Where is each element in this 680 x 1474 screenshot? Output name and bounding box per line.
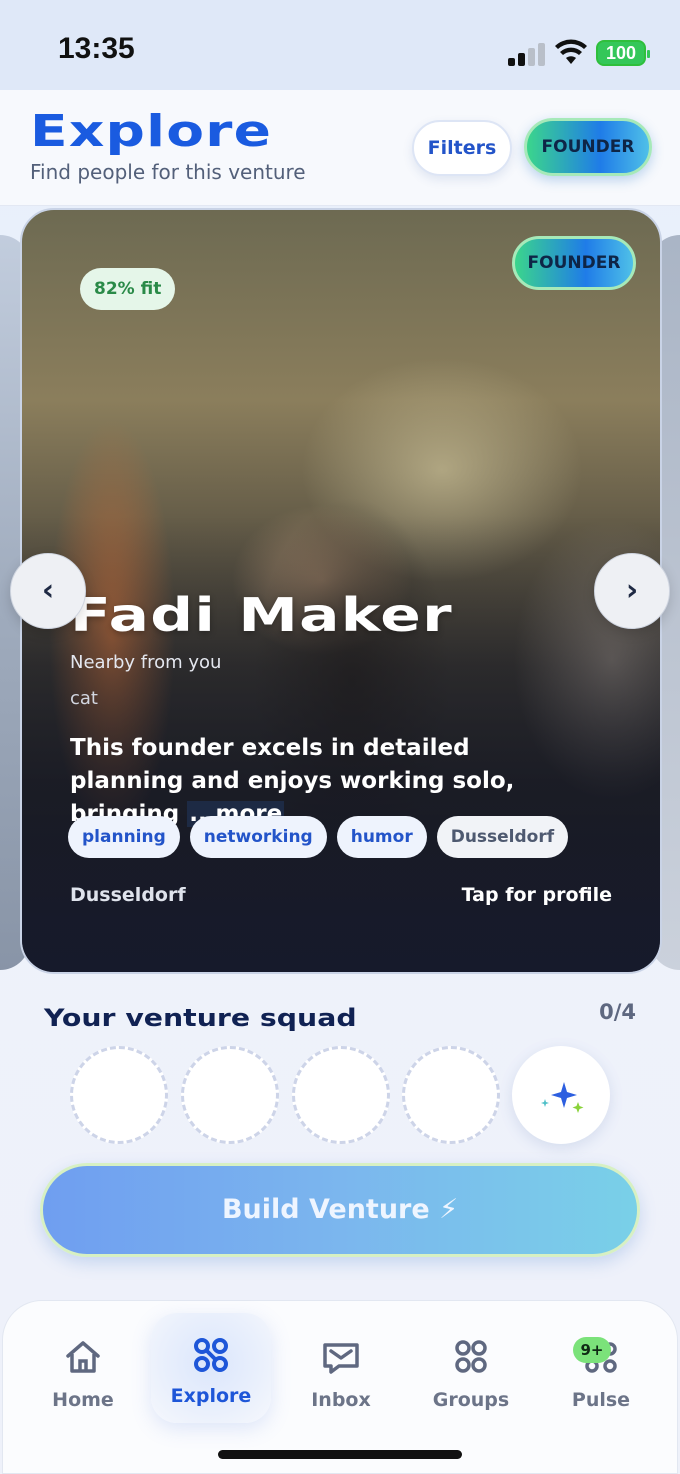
nav-explore[interactable]: Explore xyxy=(151,1313,271,1423)
card-location: Dusseldorf xyxy=(70,884,186,906)
person-name: Fadi Maker xyxy=(70,588,453,642)
tag-chip: humor xyxy=(336,816,427,858)
cellular-signal-icon xyxy=(508,42,545,66)
header: Explore Find people for this venture Fil… xyxy=(0,90,680,206)
fit-badge: 82% fit xyxy=(80,268,176,310)
location-tag-chip: Dusseldorf xyxy=(436,816,569,858)
nav-inbox[interactable]: Inbox xyxy=(281,1331,401,1421)
bottom-nav: Home Explore Inbox Groups Pulse 9+ xyxy=(2,1300,678,1474)
home-icon xyxy=(66,1341,100,1373)
page-title: Explore xyxy=(30,106,273,157)
battery-icon: 100 xyxy=(596,40,650,66)
home-indicator xyxy=(218,1450,462,1459)
profile-card[interactable]: 82% fit FOUNDER Fadi Maker Nearby from y… xyxy=(20,208,662,974)
page-subtitle: Find people for this venture xyxy=(30,160,306,184)
person-alias: cat xyxy=(70,688,98,709)
nav-label: Pulse xyxy=(571,1389,631,1411)
nav-label: Groups xyxy=(432,1389,510,1411)
next-arrow-button[interactable]: › xyxy=(594,553,670,629)
nav-groups[interactable]: Groups xyxy=(411,1331,531,1421)
squad-slot[interactable] xyxy=(402,1046,500,1144)
nav-label: Home xyxy=(52,1389,114,1411)
groups-icon xyxy=(455,1340,487,1373)
previous-arrow-button[interactable]: ‹ xyxy=(10,553,86,629)
build-venture-button[interactable]: Build Venture ⚡ xyxy=(40,1163,640,1257)
squad-count: 0/4 xyxy=(599,1000,636,1024)
squad-slot[interactable] xyxy=(181,1046,279,1144)
wifi-icon xyxy=(555,39,587,64)
squad-slot[interactable] xyxy=(292,1046,390,1144)
pulse-badge: 9+ xyxy=(573,1337,611,1363)
filters-button[interactable]: Filters xyxy=(412,120,512,176)
role-badge: FOUNDER xyxy=(512,236,636,290)
squad-title: Your venture squad xyxy=(44,1004,357,1032)
nav-label: Explore xyxy=(170,1385,252,1407)
tag-list: planning networking humor Dusseldorf xyxy=(68,816,569,858)
ai-suggest-button[interactable] xyxy=(512,1046,610,1144)
tag-chip: networking xyxy=(189,816,327,858)
squad-slot[interactable] xyxy=(70,1046,168,1144)
tap-for-profile-link[interactable]: Tap for profile xyxy=(462,884,612,906)
status-time: 13:35 xyxy=(58,32,135,65)
nav-home[interactable]: Home xyxy=(23,1331,143,1421)
nav-label: Inbox xyxy=(311,1389,371,1411)
explore-icon xyxy=(194,1338,228,1372)
founder-filter-button[interactable]: FOUNDER xyxy=(524,118,652,176)
tag-chip: planning xyxy=(68,816,180,858)
bio-text: This founder excels in detailed planning… xyxy=(70,735,515,827)
status-bar: 13:35 100 xyxy=(0,0,680,90)
nearby-label: Nearby from you xyxy=(70,652,222,673)
sparkles-icon xyxy=(541,1082,584,1113)
inbox-icon xyxy=(323,1343,359,1374)
